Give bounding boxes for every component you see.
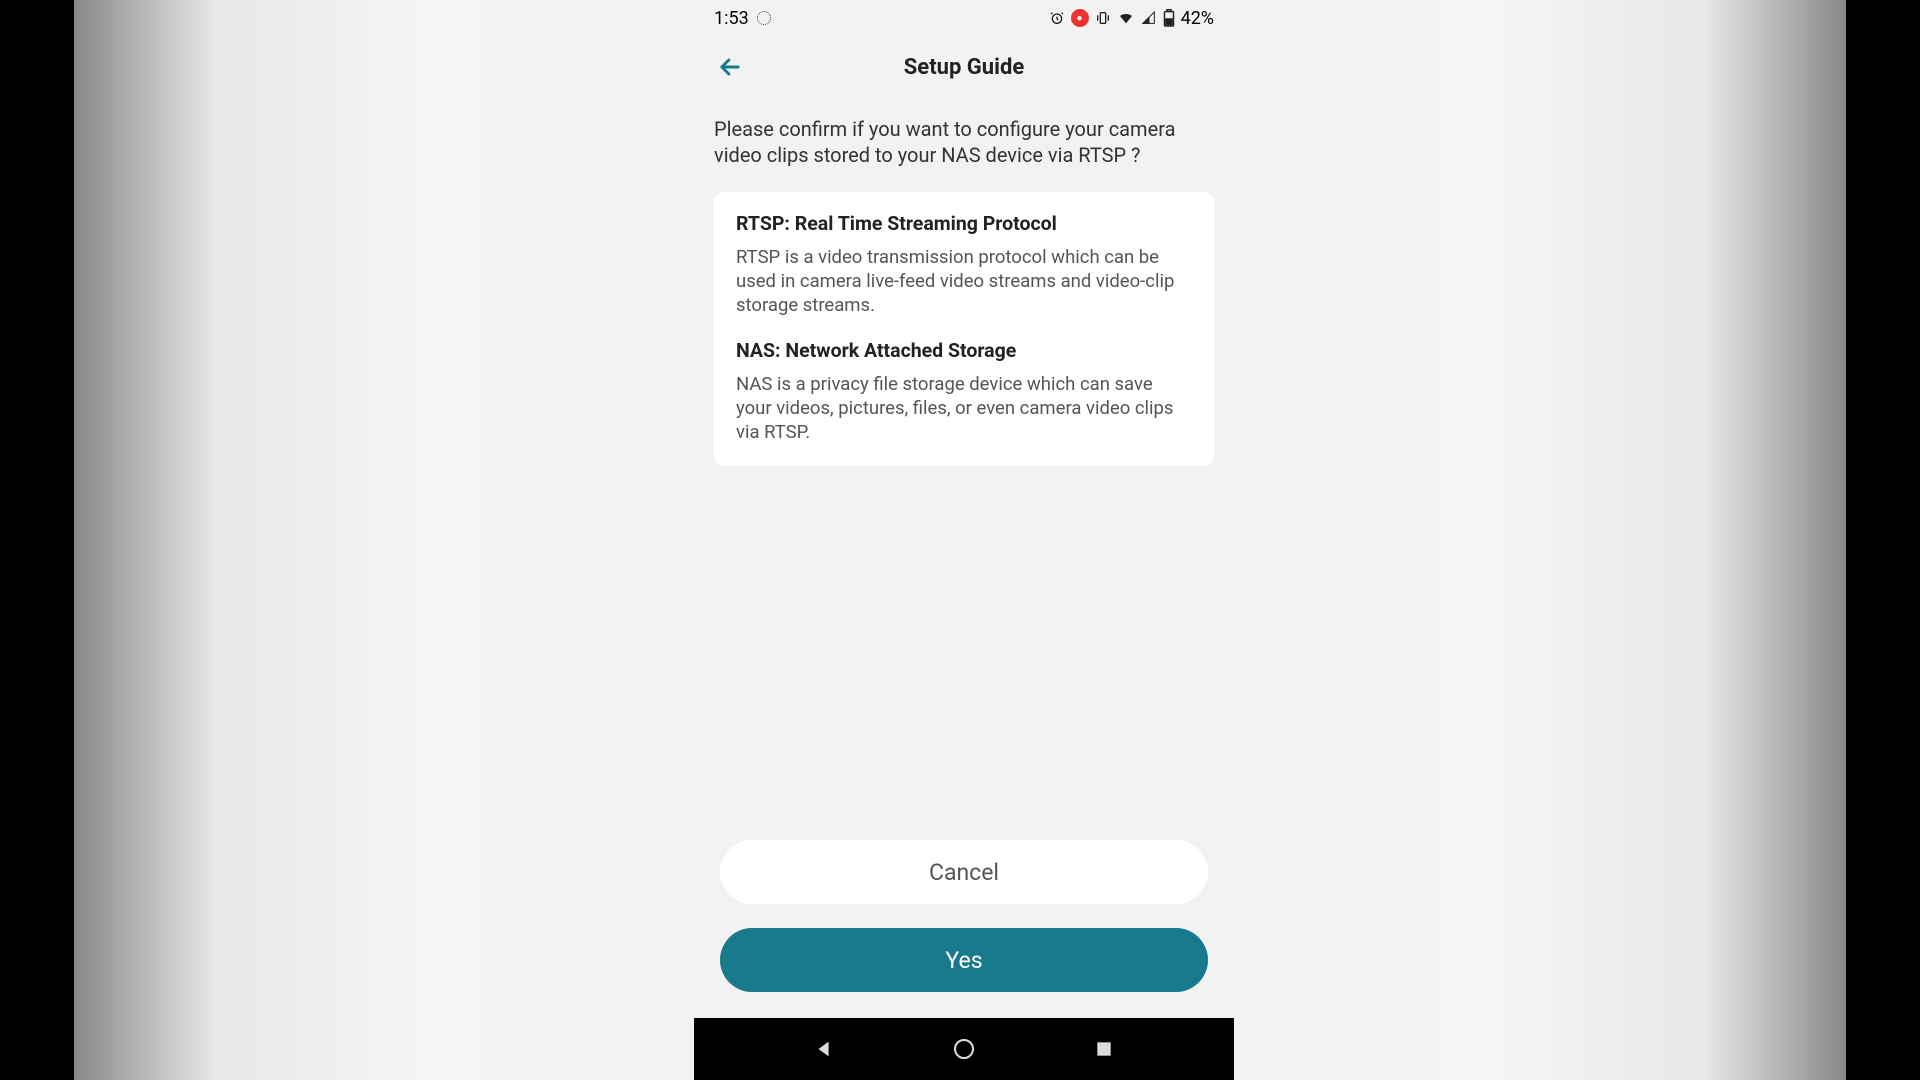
battery-icon [1163,9,1175,27]
page-title: Setup Guide [694,55,1234,80]
cellular-icon [1141,10,1157,26]
phone-frame: 1:53 ● 42% Setup Gui [694,0,1234,1080]
nav-back-button[interactable] [804,1029,844,1069]
nav-recents-button[interactable] [1084,1029,1124,1069]
confirmation-prompt: Please confirm if you want to configure … [714,116,1214,168]
rtsp-heading: RTSP: Real Time Streaming Protocol [736,212,1192,235]
arrow-left-icon [716,53,744,81]
yes-button[interactable]: Yes [720,928,1208,992]
battery-percentage: 42% [1181,8,1214,29]
rtsp-description: RTSP is a video transmission protocol wh… [736,245,1192,317]
alarm-icon [1049,10,1065,26]
cancel-button[interactable]: Cancel [720,840,1208,904]
nas-description: NAS is a privacy file storage device whi… [736,372,1192,444]
back-button[interactable] [710,47,750,87]
nav-home-button[interactable] [944,1029,984,1069]
circle-home-icon [952,1037,976,1061]
wifi-icon [1117,10,1135,26]
info-card: RTSP: Real Time Streaming Protocol RTSP … [714,192,1214,466]
nas-heading: NAS: Network Attached Storage [736,339,1192,362]
android-nav-bar [694,1018,1234,1080]
status-time: 1:53 [714,8,749,29]
app-bar: Setup Guide [694,36,1234,98]
vibrate-icon [1095,10,1111,26]
triangle-back-icon [813,1038,835,1060]
square-recents-icon [1094,1039,1114,1059]
content-area: Please confirm if you want to configure … [694,98,1234,1018]
recording-badge-icon: ● [1071,9,1089,27]
status-indicator-icon [757,11,771,25]
status-bar: 1:53 ● 42% [694,0,1234,36]
